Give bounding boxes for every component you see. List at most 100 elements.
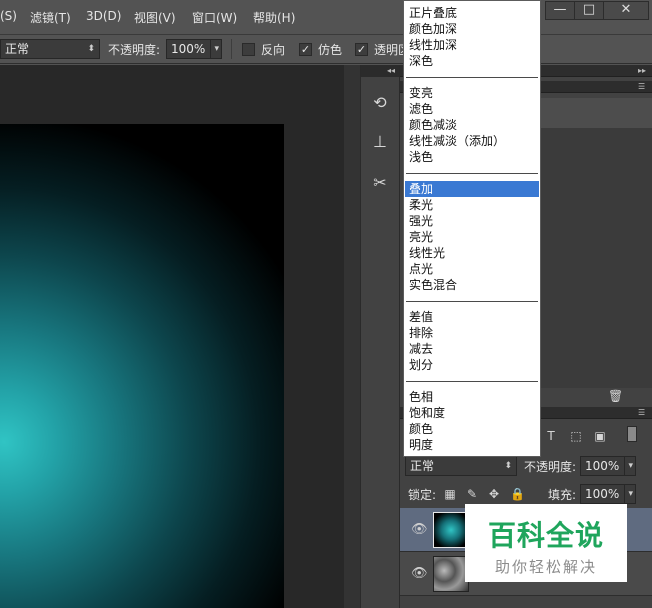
blend-item[interactable]: 柔光	[405, 197, 539, 213]
blend-item[interactable]: 颜色	[405, 421, 539, 437]
lock-all-icon[interactable]: 🔒	[510, 487, 525, 501]
watermark-title: 百科全说	[487, 519, 604, 552]
blend-item[interactable]: 正片叠底	[405, 5, 539, 21]
layer-blend-value: 正常	[410, 459, 435, 473]
group-divider	[406, 173, 538, 174]
history-icon: ⟲	[373, 93, 387, 112]
panel-preview-area	[540, 98, 652, 128]
blend-item[interactable]: 排除	[405, 325, 539, 341]
dropdown-arrows-icon: ⬍	[504, 461, 512, 471]
fill-field[interactable]: 100% ▾	[580, 484, 636, 504]
lock-position-icon[interactable]: ✥	[488, 487, 500, 501]
blend-item[interactable]: 亮光	[405, 229, 539, 245]
watermark: 百科全说 助你轻松解决	[465, 504, 627, 582]
dither-checkbox[interactable]: ✓	[299, 43, 312, 56]
menu-select[interactable]: (S)	[0, 9, 17, 23]
blend-item[interactable]: 深色	[405, 53, 539, 69]
trash-icon[interactable]: 🗑	[608, 389, 623, 403]
shape-filter-icon[interactable]: ⬚	[569, 429, 583, 443]
lock-transparent-icon[interactable]: ▦	[444, 487, 456, 501]
layers-menu-icon[interactable]: ☰	[638, 408, 645, 417]
smart-object-filter-icon[interactable]: ▣	[593, 429, 607, 443]
collapse-icon[interactable]: ◂◂	[387, 66, 395, 75]
minimize-button[interactable]: —	[545, 1, 575, 20]
opacity-field[interactable]: 100% ▾	[166, 39, 222, 59]
blend-item-selected[interactable]: 叠加	[405, 181, 539, 197]
blend-item[interactable]: 点光	[405, 261, 539, 277]
expand-icon[interactable]: ▸▸	[638, 66, 646, 75]
blend-item[interactable]: 变亮	[405, 85, 539, 101]
type-filter-icon[interactable]: T	[544, 429, 558, 443]
dock-header[interactable]: ◂◂	[361, 65, 399, 77]
history-button[interactable]: ⟲	[366, 90, 394, 116]
group-divider	[406, 381, 538, 382]
dropdown-arrows-icon: ⬍	[87, 44, 95, 54]
blend-item[interactable]: 线性光	[405, 245, 539, 261]
options-bar: 正常 ⬍ 不透明度: 100% ▾ 反向 ✓ 仿色 ✓ 透明区	[0, 34, 652, 64]
layer-opacity-label: 不透明度:	[524, 460, 577, 474]
blend-item[interactable]: 差值	[405, 309, 539, 325]
layer-blend-dropdown[interactable]: 正常 ⬍	[405, 456, 517, 476]
clone-source-button[interactable]: ⊥	[366, 129, 394, 155]
group-divider	[406, 301, 538, 302]
eye-icon[interactable]: 👁	[411, 522, 428, 537]
close-icon: ✕	[620, 2, 632, 17]
close-button[interactable]: ✕	[603, 1, 649, 20]
blend-item[interactable]: 强光	[405, 213, 539, 229]
reverse-checkbox[interactable]	[242, 43, 255, 56]
filter-toggle[interactable]	[627, 426, 637, 442]
fill-value: 100%	[585, 487, 620, 501]
menu-3d[interactable]: 3D(D)	[86, 9, 121, 23]
chevron-down-icon[interactable]: ▾	[624, 457, 633, 475]
reverse-label: 反向	[261, 43, 286, 57]
mode-value: 正常	[5, 42, 30, 56]
blend-item[interactable]: 饱和度	[405, 405, 539, 421]
blend-item[interactable]: 线性加深	[405, 37, 539, 53]
menu-filter[interactable]: 滤镜(T)	[30, 9, 71, 26]
document-canvas[interactable]	[0, 124, 284, 608]
dither-label: 仿色	[318, 43, 343, 57]
tools-icon: ✂	[373, 173, 387, 192]
checkmark-icon: ✓	[300, 43, 311, 56]
blend-mode-list[interactable]: 正片叠底 颜色加深 线性加深 深色 变亮 滤色 颜色减淡 线性减淡（添加） 浅色…	[403, 0, 541, 457]
blend-item[interactable]: 颜色减淡	[405, 117, 539, 133]
blend-item[interactable]: 实色混合	[405, 277, 539, 293]
chevron-down-icon[interactable]: ▾	[210, 40, 219, 58]
layer-opacity-value: 100%	[585, 459, 620, 473]
panel-dock-strip: ◂◂ ⟲ ⊥ ✂	[360, 65, 400, 608]
mode-dropdown[interactable]: 正常 ⬍	[0, 39, 100, 59]
menu-help[interactable]: 帮助(H)	[253, 9, 295, 26]
blend-item[interactable]: 色相	[405, 389, 539, 405]
blend-item[interactable]: 颜色加深	[405, 21, 539, 37]
layer-thumbnail	[433, 512, 469, 548]
maximize-icon: □	[582, 2, 596, 17]
layer-opacity-field[interactable]: 100% ▾	[580, 456, 636, 476]
canvas-workspace[interactable]	[0, 65, 360, 608]
transparency-checkbox[interactable]: ✓	[355, 43, 368, 56]
toolbar-divider	[231, 39, 232, 59]
blend-item[interactable]: 划分	[405, 357, 539, 373]
panel-menu-icon[interactable]: ☰	[638, 82, 645, 91]
blend-item-partial[interactable]	[405, 0, 539, 1]
blend-item[interactable]: 浅色	[405, 149, 539, 165]
opacity-value: 100%	[171, 42, 206, 56]
maximize-button[interactable]: □	[574, 1, 604, 20]
menu-window[interactable]: 窗口(W)	[192, 9, 237, 26]
panel-content-area	[540, 128, 652, 388]
blend-item[interactable]: 滤色	[405, 101, 539, 117]
fill-label: 填充:	[548, 488, 577, 502]
watermark-subtitle: 助你轻松解决	[494, 558, 597, 576]
group-divider	[406, 77, 538, 78]
menu-view[interactable]: 视图(V)	[134, 9, 176, 26]
checkmark-icon: ✓	[356, 43, 367, 56]
blend-item[interactable]: 线性减淡（添加）	[405, 133, 539, 149]
vertical-scrollbar[interactable]	[344, 65, 360, 608]
lock-pixels-icon[interactable]: ✎	[466, 487, 478, 501]
blend-item[interactable]: 减去	[405, 341, 539, 357]
chevron-down-icon[interactable]: ▾	[624, 485, 633, 503]
tool-presets-button[interactable]: ✂	[366, 170, 394, 196]
eye-icon[interactable]: 👁	[411, 566, 428, 581]
opacity-label: 不透明度:	[108, 43, 161, 57]
stamp-icon: ⊥	[373, 132, 387, 151]
blend-item[interactable]: 明度	[405, 437, 539, 453]
